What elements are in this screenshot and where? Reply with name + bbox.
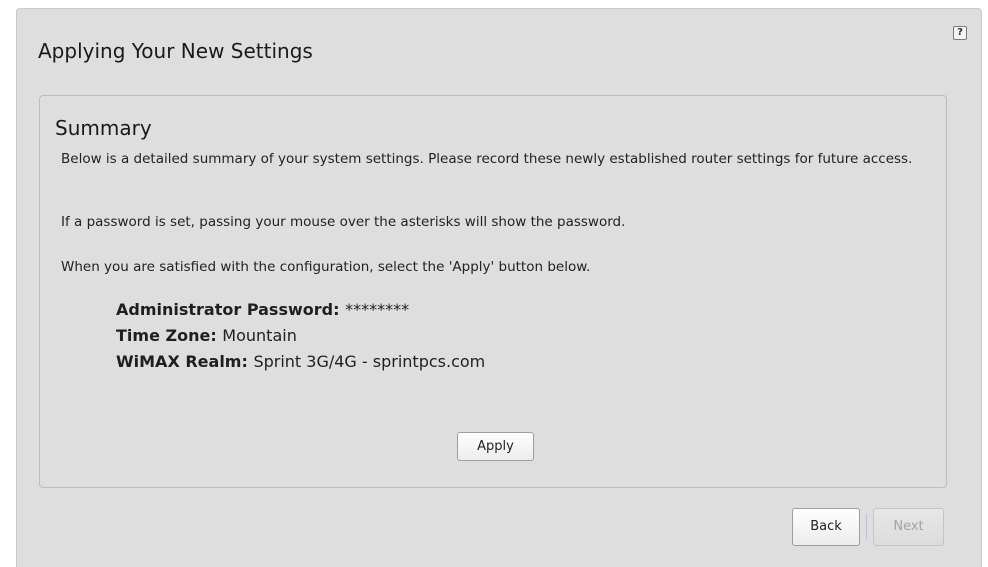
setting-label: WiMAX Realm: [116, 352, 254, 371]
summary-box: Summary Below is a detailed summary of y… [39, 95, 947, 488]
summary-intro-text: Below is a detailed summary of your syst… [61, 151, 913, 167]
apply-button[interactable]: Apply [457, 432, 534, 461]
back-button[interactable]: Back [792, 508, 860, 546]
page-title: Applying Your New Settings [38, 39, 313, 63]
next-button: Next [873, 508, 944, 546]
setting-wimax-realm: WiMAX Realm: Sprint 3G/4G - sprintpcs.co… [116, 349, 485, 375]
apply-instruction-text: When you are satisfied with the configur… [61, 259, 591, 275]
masked-password-value[interactable]: ******** [345, 300, 409, 319]
setting-admin-password: Administrator Password: ******** [116, 297, 485, 323]
setting-label: Time Zone: [116, 326, 223, 345]
setting-value: Mountain [222, 326, 297, 345]
nav-divider [866, 514, 867, 540]
setting-time-zone: Time Zone: Mountain [116, 323, 485, 349]
password-hint-text: If a password is set, passing your mouse… [61, 214, 626, 230]
setting-value: Sprint 3G/4G - sprintpcs.com [253, 352, 486, 371]
help-icon[interactable]: ? [953, 26, 967, 40]
settings-list: Administrator Password: ******** Time Zo… [116, 297, 485, 375]
setting-label: Administrator Password: [116, 300, 346, 319]
summary-title: Summary [55, 116, 152, 140]
wizard-panel: ? Applying Your New Settings Summary Bel… [16, 8, 982, 567]
